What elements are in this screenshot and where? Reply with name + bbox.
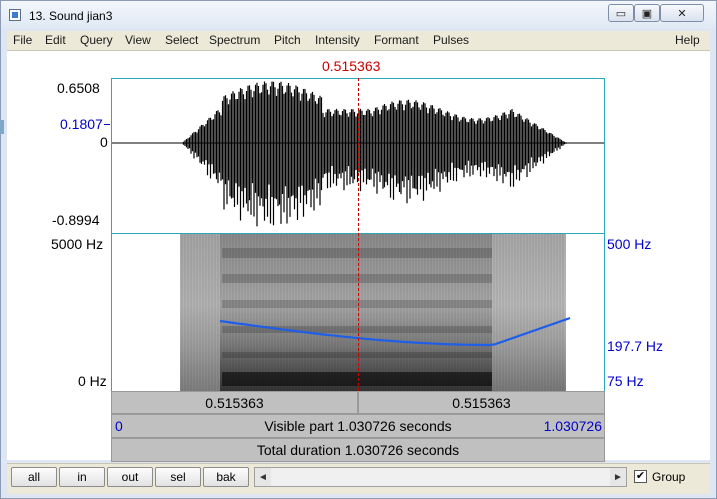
window-icon (9, 9, 21, 21)
cursor-time-label: 0.515363 (322, 58, 381, 74)
waveform-zero-label: 0 (100, 134, 108, 150)
zoom-back-button[interactable]: bak (203, 467, 249, 487)
maximize-button[interactable]: ▣ (634, 4, 660, 22)
segment-left-bar[interactable]: 0.515363 (111, 391, 358, 414)
menu-view[interactable]: View (125, 33, 151, 47)
visible-part-label: Visible part 1.030726 seconds (264, 418, 452, 434)
visible-part-bar[interactable]: 0 Visible part 1.030726 seconds 1.030726 (111, 414, 605, 438)
menu-pitch[interactable]: Pitch (274, 33, 301, 47)
segment-left-duration: 0.515363 (205, 395, 264, 411)
menu-file[interactable]: File (13, 33, 32, 47)
menu-formant[interactable]: Formant (374, 33, 419, 47)
menu-help[interactable]: Help (675, 33, 700, 47)
total-duration-label: Total duration 1.030726 seconds (256, 442, 460, 458)
spectrogram-top-freq: 5000 Hz (51, 236, 104, 252)
zoom-in-button[interactable]: in (59, 467, 105, 487)
pitch-top-label: 500 Hz (607, 236, 652, 252)
segment-right-bar[interactable]: 0.515363 (358, 391, 605, 414)
menu-query[interactable]: Query (80, 33, 113, 47)
close-button[interactable]: ✕ (660, 4, 704, 22)
group-checkbox[interactable]: ✔ (634, 470, 647, 483)
menu-intensity[interactable]: Intensity (315, 33, 360, 47)
horizontal-scrollbar[interactable]: ◄ ► (254, 467, 627, 487)
segment-right-duration: 0.515363 (452, 395, 511, 411)
minimize-button[interactable]: ▭ (608, 4, 634, 22)
visible-end: 1.030726 (543, 418, 602, 434)
menu-select[interactable]: Select (165, 33, 198, 47)
menu-edit[interactable]: Edit (45, 33, 66, 47)
zoom-all-button[interactable]: all (11, 467, 57, 487)
scroll-right-icon[interactable]: ► (610, 468, 626, 486)
cursor-value-tick (104, 124, 110, 125)
waveform-trace (182, 81, 567, 227)
background-window-edge (0, 120, 4, 134)
bottom-toolbar: all in out sel bak ◄ ► ✔ Group (7, 463, 710, 494)
spectrogram-bottom-freq: 0 Hz (78, 373, 107, 389)
pitch-bottom-label: 75 Hz (607, 373, 644, 389)
zoom-out-button[interactable]: out (107, 467, 153, 487)
menu-spectrum[interactable]: Spectrum (209, 33, 260, 47)
waveform-min-label: -0.8994 (52, 212, 100, 228)
waveform-cursor-value: 0.1807 (60, 116, 103, 132)
waveform-samples (182, 81, 567, 227)
cursor-line (358, 78, 359, 391)
zoom-selection-button[interactable]: sel (155, 467, 201, 487)
window-title: 13. Sound jian3 (29, 9, 113, 23)
menu-pulses[interactable]: Pulses (433, 33, 469, 47)
pitch-value-label: 197.7 Hz (607, 338, 664, 354)
group-label: Group (652, 470, 686, 484)
title-bar[interactable]: 13. Sound jian3 ▭ ▣ ✕ (1, 1, 716, 29)
total-duration-bar[interactable]: Total duration 1.030726 seconds (111, 438, 605, 462)
waveform-max-label: 0.6508 (57, 80, 100, 96)
menu-bar: File Edit Query View Select Spectrum Pit… (7, 31, 710, 51)
scroll-left-icon[interactable]: ◄ (255, 468, 271, 486)
